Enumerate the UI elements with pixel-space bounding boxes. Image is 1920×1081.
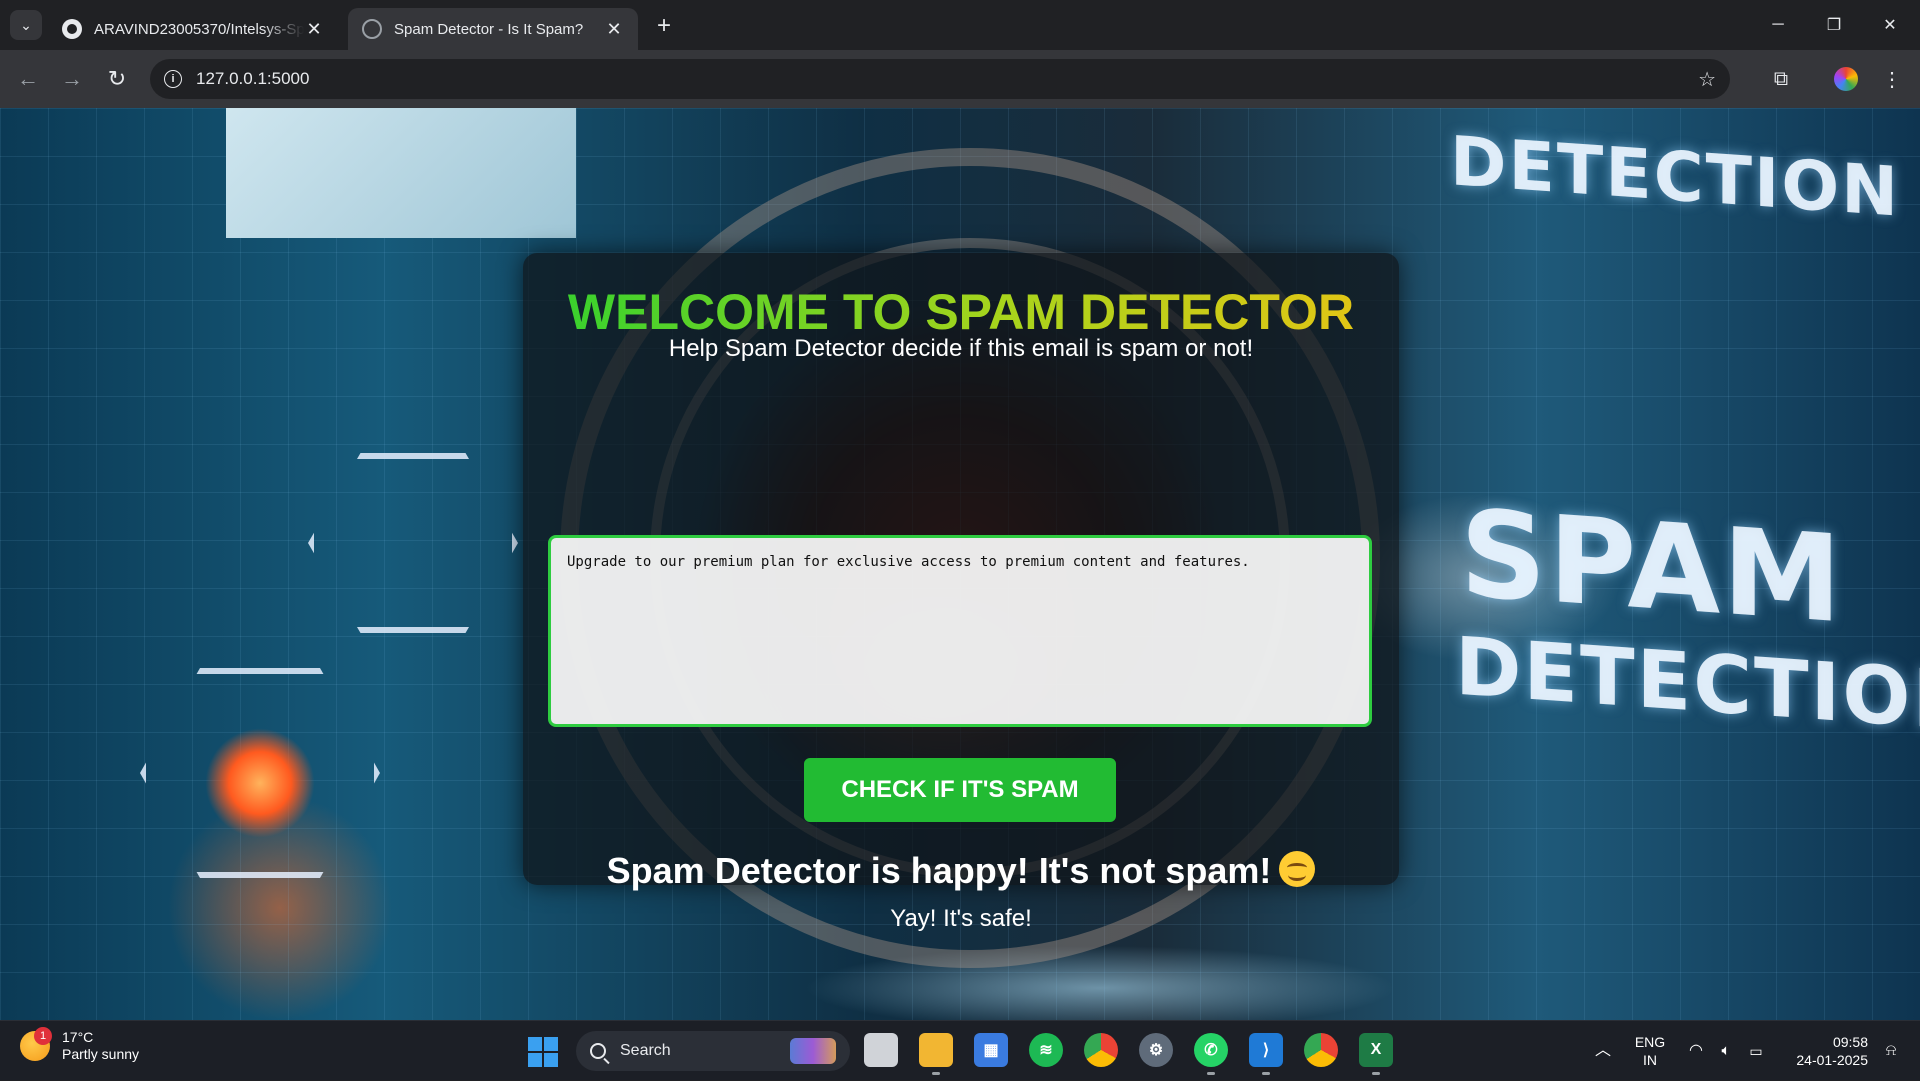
microsoft-store-icon[interactable]: ▦ bbox=[974, 1033, 1008, 1067]
weather-widget[interactable]: 1 17°C Partly sunny bbox=[20, 1027, 140, 1063]
result-note: Yay! It's safe! bbox=[890, 905, 1032, 932]
profile-avatar[interactable] bbox=[1830, 63, 1862, 95]
minimize-button[interactable]: ─ bbox=[1750, 0, 1806, 50]
page-subtitle: Help Spam Detector decide if this email … bbox=[668, 335, 1254, 362]
battery-icon[interactable]: ▭ bbox=[1744, 1021, 1768, 1081]
tab-spam-detector[interactable]: Spam Detector - Is It Spam? ✕ bbox=[348, 8, 638, 50]
start-button[interactable] bbox=[528, 1037, 558, 1067]
browser-tabstrip: ⌄ ARAVIND23005370/Intelsys-Spam ✕ Spam D… bbox=[0, 0, 1920, 50]
result-message: Spam Detector is happy! It's not spam! bbox=[523, 850, 1399, 892]
smiling-face-icon bbox=[1279, 851, 1316, 887]
clock[interactable]: 09:58 24-01-2025 bbox=[1778, 1021, 1868, 1081]
reload-icon[interactable]: ↻ bbox=[101, 63, 133, 95]
page-viewport: DETECTION SPAM DETECTION WELCOME TO SPAM… bbox=[0, 108, 1920, 1020]
browser-toolbar: ← → ↻ i 127.0.0.1:5000 ☆ ⧉ ⋮ bbox=[0, 50, 1920, 108]
close-window-button[interactable]: ✕ bbox=[1862, 0, 1918, 50]
check-spam-button[interactable]: CHECK IF IT'S SPAM bbox=[804, 758, 1116, 822]
weather-temp: 17°C bbox=[62, 1029, 94, 1045]
vscode-icon[interactable]: ⟩ bbox=[1249, 1033, 1283, 1075]
tab-title: ARAVIND23005370/Intelsys-Spam bbox=[94, 20, 304, 38]
windows-taskbar: 1 17°C Partly sunny Search ▦ ≋ ⚙ ✆ ⟩ X ︿… bbox=[0, 1020, 1920, 1080]
close-tab-icon[interactable]: ✕ bbox=[604, 19, 624, 39]
notification-bell-icon[interactable]: ⍾ bbox=[1876, 1021, 1906, 1081]
whatsapp-icon[interactable]: ✆ bbox=[1194, 1033, 1228, 1075]
spam-detector-card: WELCOME TO SPAM DETECTOR Help Spam Detec… bbox=[523, 253, 1399, 932]
new-tab-button[interactable]: + bbox=[650, 12, 678, 40]
tab-github[interactable]: ARAVIND23005370/Intelsys-Spam ✕ bbox=[48, 8, 338, 50]
chrome-icon[interactable] bbox=[1084, 1033, 1118, 1067]
back-arrow-icon[interactable]: ← bbox=[12, 63, 44, 95]
language-lang: ENG bbox=[1634, 1034, 1666, 1050]
spotify-icon[interactable]: ≋ bbox=[1029, 1033, 1063, 1067]
language-region: IN bbox=[1643, 1052, 1657, 1068]
clock-date: 24-01-2025 bbox=[1796, 1052, 1868, 1068]
taskbar-search-label: Search bbox=[620, 1042, 671, 1059]
show-hidden-icons-chevron-icon[interactable]: ︿ bbox=[1588, 1021, 1618, 1081]
search-highlight-icon bbox=[790, 1038, 836, 1064]
partly-sunny-icon: 1 bbox=[20, 1027, 52, 1061]
task-view-icon[interactable] bbox=[864, 1033, 898, 1067]
volume-icon[interactable]: 🔈︎ bbox=[1714, 1021, 1738, 1081]
globe-icon bbox=[362, 19, 382, 39]
page-title: WELCOME TO SPAM DETECTOR bbox=[523, 283, 1399, 341]
forward-arrow-icon[interactable]: → bbox=[56, 63, 88, 95]
wifi-icon[interactable]: ◠ bbox=[1684, 1021, 1708, 1081]
star-icon[interactable]: ☆ bbox=[1698, 67, 1716, 92]
chrome-active-icon[interactable] bbox=[1304, 1033, 1338, 1067]
weather-condition: Partly sunny bbox=[62, 1046, 140, 1062]
file-explorer-icon[interactable] bbox=[919, 1033, 953, 1075]
address-bar[interactable]: i 127.0.0.1:5000 ☆ bbox=[150, 59, 1730, 99]
tab-title: Spam Detector - Is It Spam? bbox=[394, 20, 584, 38]
search-icon bbox=[590, 1043, 606, 1059]
envelope-shape bbox=[226, 108, 576, 238]
site-info-icon[interactable]: i bbox=[164, 70, 182, 88]
url-text[interactable]: 127.0.0.1:5000 bbox=[196, 69, 309, 89]
settings-icon[interactable]: ⚙ bbox=[1139, 1033, 1173, 1067]
clock-time: 09:58 bbox=[1832, 1034, 1868, 1050]
language-indicator[interactable]: ENG IN bbox=[1628, 1021, 1672, 1081]
result-text: Spam Detector is happy! It's not spam! bbox=[606, 850, 1272, 891]
taskbar-search[interactable]: Search bbox=[576, 1031, 850, 1071]
close-tab-icon[interactable]: ✕ bbox=[304, 19, 324, 39]
github-icon bbox=[62, 19, 82, 39]
burst-glow bbox=[205, 728, 315, 838]
restore-button[interactable]: ❐ bbox=[1806, 0, 1862, 50]
email-textarea[interactable]: Upgrade to our premium plan for exclusiv… bbox=[548, 535, 1372, 727]
kebab-menu-icon[interactable]: ⋮ bbox=[1876, 63, 1908, 95]
excel-icon[interactable]: X bbox=[1359, 1033, 1393, 1075]
notification-badge: 1 bbox=[34, 1027, 52, 1045]
puzzle-icon[interactable]: ⧉ bbox=[1765, 63, 1797, 95]
tab-search-button[interactable]: ⌄ bbox=[10, 10, 42, 40]
